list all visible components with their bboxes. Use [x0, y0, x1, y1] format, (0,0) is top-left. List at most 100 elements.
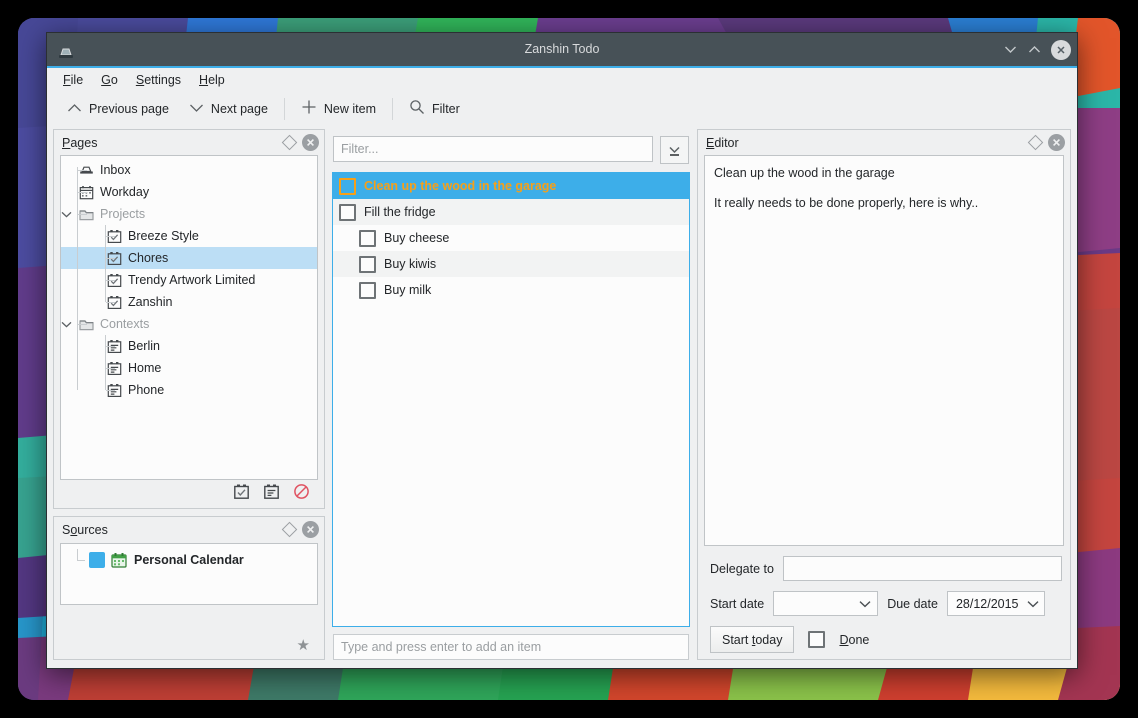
editor-textarea[interactable]: Clean up the wood in the garage It reall… [704, 155, 1064, 546]
sources-tree[interactable]: Personal Calendar [60, 543, 318, 605]
chevron-down-icon [189, 102, 204, 116]
tree-guide [77, 335, 78, 357]
tree-item-contexts[interactable]: Contexts [61, 313, 317, 335]
sort-descending-icon[interactable] [660, 136, 689, 164]
expander-chevron-down-icon[interactable] [61, 319, 72, 330]
start-date-combo[interactable] [773, 591, 879, 616]
tree-guide [105, 291, 106, 302]
add-project-icon[interactable] [233, 483, 250, 505]
tree-guide [71, 549, 89, 571]
application-window: Zanshin Todo File Go Settings Help Previ… [46, 32, 1078, 669]
window-title: Zanshin Todo [524, 42, 600, 56]
remove-page-icon[interactable] [293, 483, 310, 505]
menu-help[interactable]: Help [191, 71, 233, 89]
window-body: Pages Inbox Workday Projects Breeze Style Ch… [47, 125, 1077, 668]
task-row[interactable]: Clean up the wood in the garage [333, 173, 689, 199]
tree-guide [106, 280, 115, 281]
close-icon[interactable] [302, 521, 319, 538]
float-icon[interactable] [1027, 134, 1044, 151]
menu-go[interactable]: Go [93, 71, 126, 89]
close-button[interactable] [1051, 39, 1071, 60]
tree-item-label: Projects [100, 207, 146, 221]
chevron-up-icon [67, 102, 82, 116]
task-row[interactable]: Buy milk [333, 277, 689, 303]
toolbar: Previous page Next page New item Filter [47, 92, 1077, 125]
tree-item-home[interactable]: Home [61, 357, 317, 379]
task-label: Fill the fridge [364, 205, 436, 219]
tree-item-label: Trendy Artwork Limited [128, 273, 256, 287]
task-list[interactable]: Clean up the wood in the garage Fill the … [332, 172, 690, 627]
filter-button[interactable]: Filter [399, 95, 470, 122]
tree-guide [105, 379, 106, 390]
source-item-personal-calendar[interactable]: Personal Calendar [61, 547, 317, 573]
previous-page-button[interactable]: Previous page [57, 98, 179, 120]
float-icon[interactable] [281, 521, 298, 538]
tree-item-chores[interactable]: Chores [61, 247, 317, 269]
previous-page-label: Previous page [89, 101, 169, 116]
actions-row: Start t oday Done [710, 626, 1062, 653]
add-context-icon[interactable] [263, 483, 280, 505]
tree-item-label: Berlin [128, 339, 160, 353]
search-icon [409, 99, 425, 118]
task-checkbox[interactable] [359, 281, 376, 299]
tree-guide [77, 357, 78, 379]
editor-panel: Editor Clean up the wood in the garage I… [697, 129, 1071, 660]
float-icon[interactable] [281, 134, 298, 151]
search-input[interactable]: Filter... [333, 136, 653, 162]
desktop: Zanshin Todo File Go Settings Help Previ… [0, 0, 1138, 718]
done-checkbox[interactable] [808, 631, 826, 648]
task-checkbox[interactable] [339, 203, 356, 221]
pages-tree[interactable]: Inbox Workday Projects Breeze Style Chores Tr… [60, 155, 318, 480]
task-row[interactable]: Buy cheese [333, 225, 689, 251]
tree-item-projects[interactable]: Projects [61, 203, 317, 225]
next-page-button[interactable]: Next page [179, 98, 278, 120]
tree-item-inbox[interactable]: Inbox [61, 159, 317, 181]
sources-panel-title: Sources [62, 522, 108, 537]
task-label: Clean up the wood in the garage [364, 179, 557, 193]
tree-item-phone[interactable]: Phone [61, 379, 317, 401]
menu-settings[interactable]: Settings [128, 71, 189, 89]
maximize-button[interactable] [1023, 39, 1045, 61]
new-item-button[interactable]: New item [291, 95, 386, 122]
close-icon[interactable] [302, 134, 319, 151]
editor-panel-actions [1027, 134, 1065, 151]
delegate-input[interactable] [782, 556, 1062, 581]
tree-item-breeze-style[interactable]: Breeze Style [61, 225, 317, 247]
editor-panel-title: Editor [706, 135, 739, 150]
tree-item-zanshin[interactable]: Zanshin [61, 291, 317, 313]
calendar-source-icon [111, 552, 127, 568]
task-row[interactable]: Buy kiwis [333, 251, 689, 277]
tree-item-berlin[interactable]: Berlin [61, 335, 317, 357]
minimize-button[interactable] [999, 39, 1021, 61]
source-checkbox[interactable] [89, 552, 105, 568]
expander-chevron-down-icon[interactable] [61, 209, 72, 220]
add-item-input[interactable]: Type and press enter to add an item [333, 634, 689, 660]
menu-file[interactable]: File [55, 71, 91, 89]
tree-guide [106, 236, 115, 237]
tree-item-workday[interactable]: Workday [61, 181, 317, 203]
task-checkbox[interactable] [359, 255, 376, 273]
tree-item-label: Chores [128, 251, 169, 265]
titlebar[interactable]: Zanshin Todo [47, 33, 1077, 68]
tree-item-label: Contexts [100, 317, 150, 331]
task-checkbox[interactable] [359, 229, 376, 247]
due-date-combo[interactable]: 28/12/2015 [946, 591, 1045, 616]
chevron-down-icon [1027, 597, 1039, 611]
task-label: Buy cheese [384, 231, 450, 245]
close-icon[interactable] [1048, 134, 1065, 151]
tree-guide [77, 247, 78, 269]
task-checkbox[interactable] [339, 177, 356, 195]
start-today-button[interactable]: Start t oday [710, 626, 795, 653]
tree-item-label: Phone [128, 383, 165, 397]
default-source-star-icon[interactable]: ★ [297, 638, 310, 653]
tree-item-label: Workday [100, 185, 150, 199]
task-row[interactable]: Fill the fridge [333, 199, 689, 225]
tree-item-label: Zanshin [128, 295, 173, 309]
tree-item-trendy-artwork-limited[interactable]: Trendy Artwork Limited [61, 269, 317, 291]
